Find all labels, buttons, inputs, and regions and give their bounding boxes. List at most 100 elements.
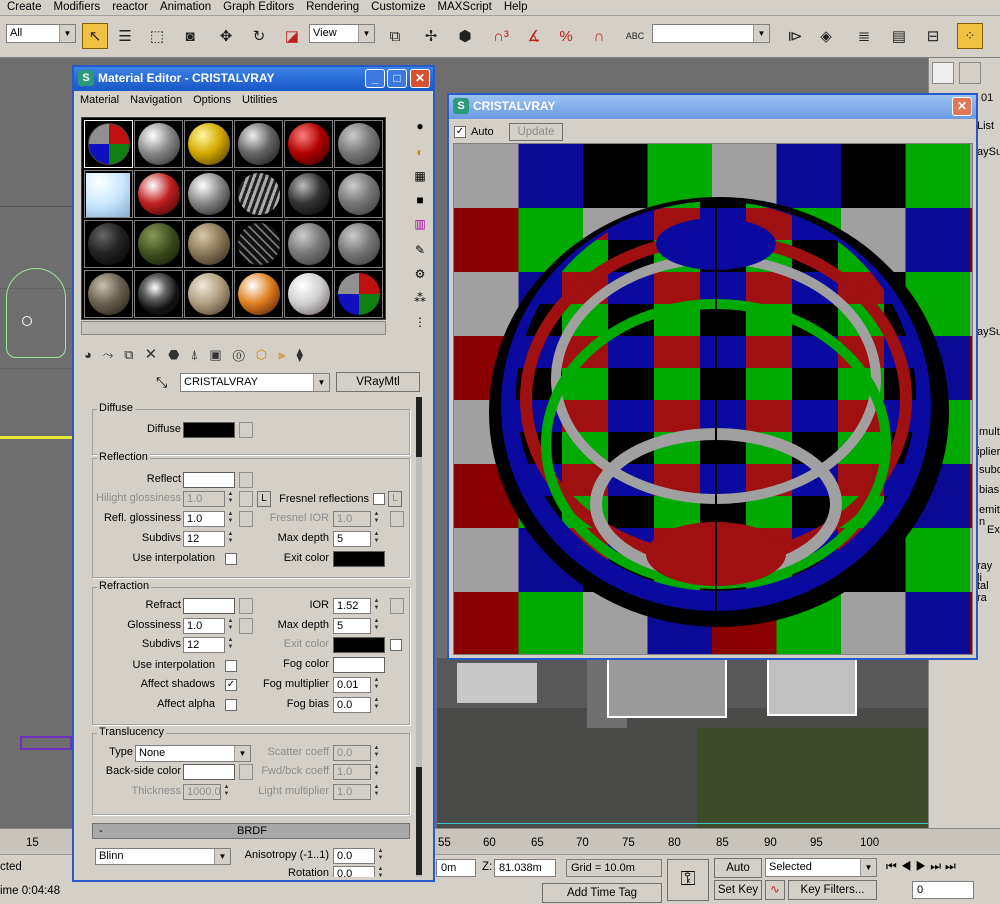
fresnel-ior-map-button[interactable] bbox=[390, 511, 404, 527]
fresnel-ior-spinner[interactable]: 1.0 ▲ ▼ bbox=[333, 511, 379, 527]
material-slot[interactable] bbox=[234, 220, 283, 268]
refraction-max-depth-spinner[interactable]: 5 ▲ ▼ bbox=[333, 618, 379, 634]
curve-editor-icon[interactable]: ▤ bbox=[886, 23, 912, 49]
material-slot[interactable] bbox=[184, 120, 233, 168]
current-frame-field[interactable]: 0 bbox=[912, 881, 974, 899]
rotation-spinner[interactable]: 0.0 ▲ ▼ bbox=[333, 866, 383, 877]
anisotropy-spinner[interactable]: 0.0 ▲ ▼ bbox=[333, 848, 383, 864]
back-side-color-swatch[interactable] bbox=[183, 764, 235, 780]
ior-spinner[interactable]: 1.52 ▲ ▼ bbox=[333, 598, 379, 614]
video-color-icon[interactable]: ▥ bbox=[411, 217, 429, 235]
mirror-icon[interactable]: ⧐ bbox=[782, 23, 808, 49]
playback-controls-icon[interactable]: ⏮◀▶⏭⏭ bbox=[886, 859, 960, 874]
select-object-icon[interactable]: ↖ bbox=[82, 23, 108, 49]
window-crossing-icon[interactable]: ◙ bbox=[177, 23, 203, 49]
menu-modifiers[interactable]: Modifiers bbox=[47, 0, 106, 13]
refraction-glossiness-map-button[interactable] bbox=[239, 618, 253, 634]
snap-3d-icon[interactable]: ∩³ bbox=[488, 23, 514, 49]
lock-button[interactable]: L bbox=[257, 491, 271, 507]
key-curve-icon[interactable]: ∿ bbox=[765, 880, 785, 900]
fog-color-swatch[interactable] bbox=[333, 657, 385, 673]
selection-filter-dropdown[interactable]: All ▼ bbox=[6, 24, 76, 43]
rotate-icon[interactable]: ↻ bbox=[246, 23, 272, 49]
sample-type-icon[interactable]: ● bbox=[411, 119, 429, 137]
reflection-subdivs-spinner[interactable]: 12 ▲ ▼ bbox=[183, 531, 233, 547]
material-slot[interactable] bbox=[84, 170, 133, 218]
menu-customize[interactable]: Customize bbox=[364, 0, 430, 13]
reflection-use-interpolation-checkbox[interactable] bbox=[225, 553, 237, 565]
material-slot[interactable] bbox=[84, 270, 133, 318]
pick-material-icon[interactable]: ⤡ bbox=[156, 374, 167, 391]
menu-help[interactable]: Help bbox=[497, 0, 533, 13]
move-icon[interactable]: ✥ bbox=[213, 23, 239, 49]
brdf-rollout-header[interactable]: - BRDF bbox=[92, 823, 410, 839]
z-coord-field[interactable]: 81.038m bbox=[494, 859, 556, 877]
rollout-scrollbar[interactable] bbox=[416, 397, 422, 877]
render-window-titlebar[interactable]: S CRISTALVRAY ✕ bbox=[449, 95, 976, 119]
material-slot[interactable] bbox=[184, 220, 233, 268]
spinner-snap-icon[interactable]: ∩ bbox=[586, 23, 612, 49]
menu-animation[interactable]: Animation bbox=[153, 0, 216, 13]
material-slot[interactable] bbox=[84, 120, 133, 168]
refl-glossiness-spinner[interactable]: 1.0 ▲ ▼ bbox=[183, 511, 233, 527]
pivot-icon[interactable]: ⧉ bbox=[382, 23, 408, 49]
maximize-icon[interactable]: □ bbox=[387, 69, 407, 88]
material-slot[interactable] bbox=[334, 170, 383, 218]
affect-alpha-checkbox[interactable] bbox=[225, 699, 237, 711]
material-slot[interactable] bbox=[234, 120, 283, 168]
align-icon[interactable]: ◈ bbox=[813, 23, 839, 49]
scroll-thumb[interactable] bbox=[416, 397, 422, 457]
named-selection-icon[interactable]: ABC bbox=[622, 23, 648, 49]
material-slot[interactable] bbox=[134, 220, 183, 268]
close-icon[interactable]: ✕ bbox=[952, 97, 972, 116]
options-icon[interactable]: ⚙ bbox=[411, 267, 429, 285]
named-selection-dropdown[interactable]: ▼ bbox=[652, 24, 770, 43]
fresnel-reflections-checkbox[interactable] bbox=[373, 493, 385, 505]
scroll-thumb[interactable] bbox=[416, 767, 422, 875]
hilight-glossiness-spinner[interactable]: 1.0 ▲ ▼ bbox=[183, 491, 233, 507]
menu-material[interactable]: Material bbox=[74, 91, 124, 106]
angle-snap-icon[interactable]: ∡ bbox=[521, 23, 547, 49]
fog-multiplier-spinner[interactable]: 0.01 ▲ ▼ bbox=[333, 677, 379, 693]
layer-manager-icon[interactable]: ≣ bbox=[851, 23, 877, 49]
key-filters-button[interactable]: Key Filters... bbox=[788, 880, 877, 900]
material-slot[interactable] bbox=[334, 220, 383, 268]
set-key-button[interactable]: Set Key bbox=[714, 880, 762, 900]
refraction-use-interpolation-checkbox[interactable] bbox=[225, 660, 237, 672]
ior-map-button[interactable] bbox=[390, 598, 404, 614]
reflection-max-depth-spinner[interactable]: 5 ▲ ▼ bbox=[333, 531, 379, 547]
minimize-icon[interactable]: _ bbox=[365, 69, 385, 88]
scale-icon[interactable]: ◪ bbox=[279, 23, 305, 49]
key-selection-dropdown[interactable]: Selected ▼ bbox=[765, 858, 877, 877]
modify-tab-icon[interactable] bbox=[959, 62, 981, 84]
sample-uv-icon[interactable]: ■ bbox=[411, 193, 429, 211]
refraction-subdivs-spinner[interactable]: 12 ▲ ▼ bbox=[183, 637, 233, 653]
refraction-glossiness-spinner[interactable]: 1.0 ▲ ▼ bbox=[183, 618, 233, 634]
update-button[interactable]: Update bbox=[509, 123, 563, 141]
material-type-button[interactable]: VRayMtl bbox=[336, 372, 420, 392]
slots-scrollbar[interactable] bbox=[81, 321, 386, 335]
material-slot[interactable] bbox=[184, 270, 233, 318]
material-slot[interactable] bbox=[184, 170, 233, 218]
material-slot[interactable] bbox=[234, 170, 283, 218]
thickness-spinner[interactable]: 1000.0 ▲ ▼ bbox=[183, 784, 229, 800]
refract-color-swatch[interactable] bbox=[183, 598, 235, 614]
material-slot[interactable] bbox=[84, 220, 133, 268]
select-by-name-icon[interactable]: ☰ bbox=[112, 23, 138, 49]
material-slot[interactable] bbox=[334, 270, 383, 318]
refl-glossiness-map-button[interactable] bbox=[239, 511, 253, 527]
material-slots[interactable] bbox=[81, 117, 386, 320]
material-slot[interactable] bbox=[284, 170, 333, 218]
material-name-field[interactable]: CRISTALVRAY ▼ bbox=[180, 373, 330, 392]
material-slot[interactable] bbox=[284, 220, 333, 268]
brdf-type-dropdown[interactable]: Blinn ▼ bbox=[95, 848, 231, 865]
material-slot[interactable] bbox=[134, 120, 183, 168]
material-editor-toolbar[interactable]: ◕⤳⧉✕⬣⍋▣⓪⬡⫸⧫ bbox=[84, 345, 414, 367]
material-slot[interactable] bbox=[334, 120, 383, 168]
refract-map-button[interactable] bbox=[239, 598, 253, 614]
refraction-exit-color-checkbox[interactable] bbox=[390, 639, 402, 651]
fog-bias-spinner[interactable]: 0.0 ▲ ▼ bbox=[333, 697, 379, 713]
percent-snap-icon[interactable]: % bbox=[553, 23, 579, 49]
translucency-type-dropdown[interactable]: None ▼ bbox=[135, 745, 251, 762]
auto-key-button[interactable]: Auto Key bbox=[714, 858, 762, 892]
